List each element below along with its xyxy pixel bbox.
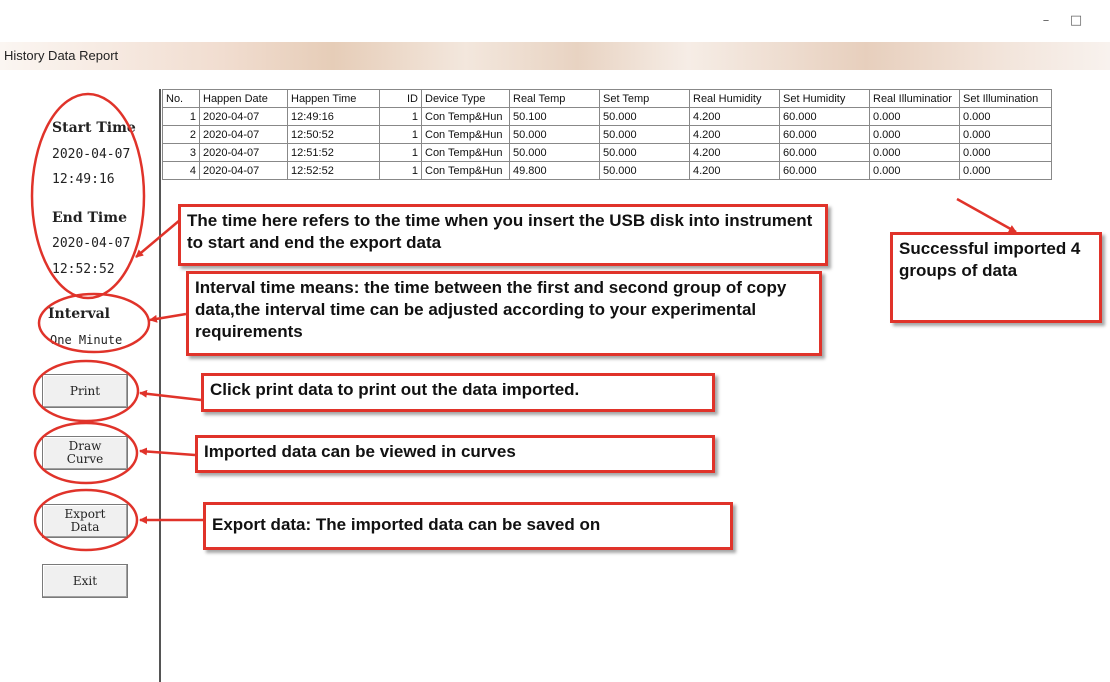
table-cell: 2020-04-07 xyxy=(199,161,288,180)
interval-note-callout: Interval time means: the time between th… xyxy=(186,271,822,356)
draw-curve-button-label: Draw Curve xyxy=(66,439,104,466)
maximize-icon[interactable]: □ xyxy=(1066,12,1086,30)
report-title: History Data Report xyxy=(4,48,119,63)
table-row[interactable]: 3 2020-04-07 12:51:52 1 Con Temp&Hun 50.… xyxy=(162,143,1052,162)
table-cell: 60.000 xyxy=(779,125,870,144)
table-cell: 50.000 xyxy=(599,143,690,162)
table-cell: 50.000 xyxy=(599,107,690,126)
table-cell: 50.100 xyxy=(509,107,600,126)
print-button[interactable]: Print xyxy=(42,374,128,408)
table-cell: 12:52:52 xyxy=(287,161,380,180)
table-cell: Con Temp&Hun xyxy=(421,125,510,144)
table-cell: 0.000 xyxy=(869,125,960,144)
table-cell: 49.800 xyxy=(509,161,600,180)
table-cell: 2020-04-07 xyxy=(199,125,288,144)
column-header[interactable]: No. xyxy=(162,89,200,108)
history-data-table: No. Happen Date Happen Time ID Device Ty… xyxy=(162,89,1052,180)
table-cell: 1 xyxy=(379,125,422,144)
column-header[interactable]: Set Humidity xyxy=(779,89,870,108)
table-cell: 4 xyxy=(162,161,200,180)
table-cell: 1 xyxy=(162,107,200,126)
table-cell: 60.000 xyxy=(779,143,870,162)
table-cell: 0.000 xyxy=(959,161,1052,180)
table-cell: 2 xyxy=(162,125,200,144)
table-cell: 12:49:16 xyxy=(287,107,380,126)
end-time-label: End Time xyxy=(52,210,127,226)
table-cell: 4.200 xyxy=(689,125,780,144)
interval-label: Interval xyxy=(48,306,111,322)
table-cell: Con Temp&Hun xyxy=(421,161,510,180)
table-cell: 50.000 xyxy=(599,125,690,144)
start-date-value: 2020-04-07 xyxy=(52,147,131,162)
end-date-value: 2020-04-07 xyxy=(52,236,131,251)
curve-note-callout: Imported data can be viewed in curves xyxy=(195,435,715,473)
table-row[interactable]: 1 2020-04-07 12:49:16 1 Con Temp&Hun 50.… xyxy=(162,107,1052,126)
report-title-bar: History Data Report xyxy=(0,42,1110,70)
table-cell: 12:51:52 xyxy=(287,143,380,162)
export-data-button[interactable]: Export Data xyxy=(42,504,128,538)
start-time-value: 12:49:16 xyxy=(52,172,115,187)
column-header[interactable]: Set Illumination xyxy=(959,89,1052,108)
print-button-label: Print xyxy=(69,383,101,398)
table-cell: 0.000 xyxy=(869,161,960,180)
success-note-callout: Successful imported 4 groups of data xyxy=(890,232,1102,323)
table-cell: 1 xyxy=(379,161,422,180)
table-cell: 0.000 xyxy=(959,125,1052,144)
table-cell: 4.200 xyxy=(689,161,780,180)
start-time-label: Start Time xyxy=(52,120,136,136)
column-header[interactable]: Set Temp xyxy=(599,89,690,108)
table-cell: 12:50:52 xyxy=(287,125,380,144)
column-header[interactable]: Real Temp xyxy=(509,89,600,108)
sidebar-divider xyxy=(159,89,161,682)
table-cell: 2020-04-07 xyxy=(199,107,288,126)
print-note-callout: Click print data to print out the data i… xyxy=(201,373,715,412)
export-note-callout: Export data: The imported data can be sa… xyxy=(203,502,733,550)
table-cell: 50.000 xyxy=(509,125,600,144)
table-cell: 0.000 xyxy=(869,107,960,126)
column-header[interactable]: Happen Time xyxy=(287,89,380,108)
window-titlebar: – □ xyxy=(0,0,1110,42)
table-cell: 60.000 xyxy=(779,161,870,180)
export-data-button-label: Export Data xyxy=(64,507,106,534)
column-header[interactable]: Device Type xyxy=(421,89,510,108)
table-cell: 1 xyxy=(379,107,422,126)
table-cell: 50.000 xyxy=(509,143,600,162)
table-cell: 50.000 xyxy=(599,161,690,180)
column-header[interactable]: Real Humidity xyxy=(689,89,780,108)
table-cell: 3 xyxy=(162,143,200,162)
exit-button-label: Exit xyxy=(72,573,98,588)
table-cell: Con Temp&Hun xyxy=(421,107,510,126)
time-note-callout: The time here refers to the time when yo… xyxy=(178,204,828,266)
table-cell: 60.000 xyxy=(779,107,870,126)
minimize-icon[interactable]: – xyxy=(1036,12,1056,30)
interval-value: One Minute xyxy=(50,333,123,347)
table-cell: Con Temp&Hun xyxy=(421,143,510,162)
table-row[interactable]: 4 2020-04-07 12:52:52 1 Con Temp&Hun 49.… xyxy=(162,161,1052,180)
table-cell: 0.000 xyxy=(869,143,960,162)
table-cell: 4.200 xyxy=(689,143,780,162)
table-cell: 0.000 xyxy=(959,143,1052,162)
table-cell: 1 xyxy=(379,143,422,162)
table-cell: 0.000 xyxy=(959,107,1052,126)
table-header-row: No. Happen Date Happen Time ID Device Ty… xyxy=(162,89,1052,108)
exit-button[interactable]: Exit xyxy=(42,564,128,598)
end-time-value: 12:52:52 xyxy=(52,262,115,277)
column-header[interactable]: Real Illuminatior xyxy=(869,89,960,108)
table-cell: 2020-04-07 xyxy=(199,143,288,162)
column-header[interactable]: ID xyxy=(379,89,422,108)
table-cell: 4.200 xyxy=(689,107,780,126)
table-row[interactable]: 2 2020-04-07 12:50:52 1 Con Temp&Hun 50.… xyxy=(162,125,1052,144)
column-header[interactable]: Happen Date xyxy=(199,89,288,108)
draw-curve-button[interactable]: Draw Curve xyxy=(42,436,128,470)
